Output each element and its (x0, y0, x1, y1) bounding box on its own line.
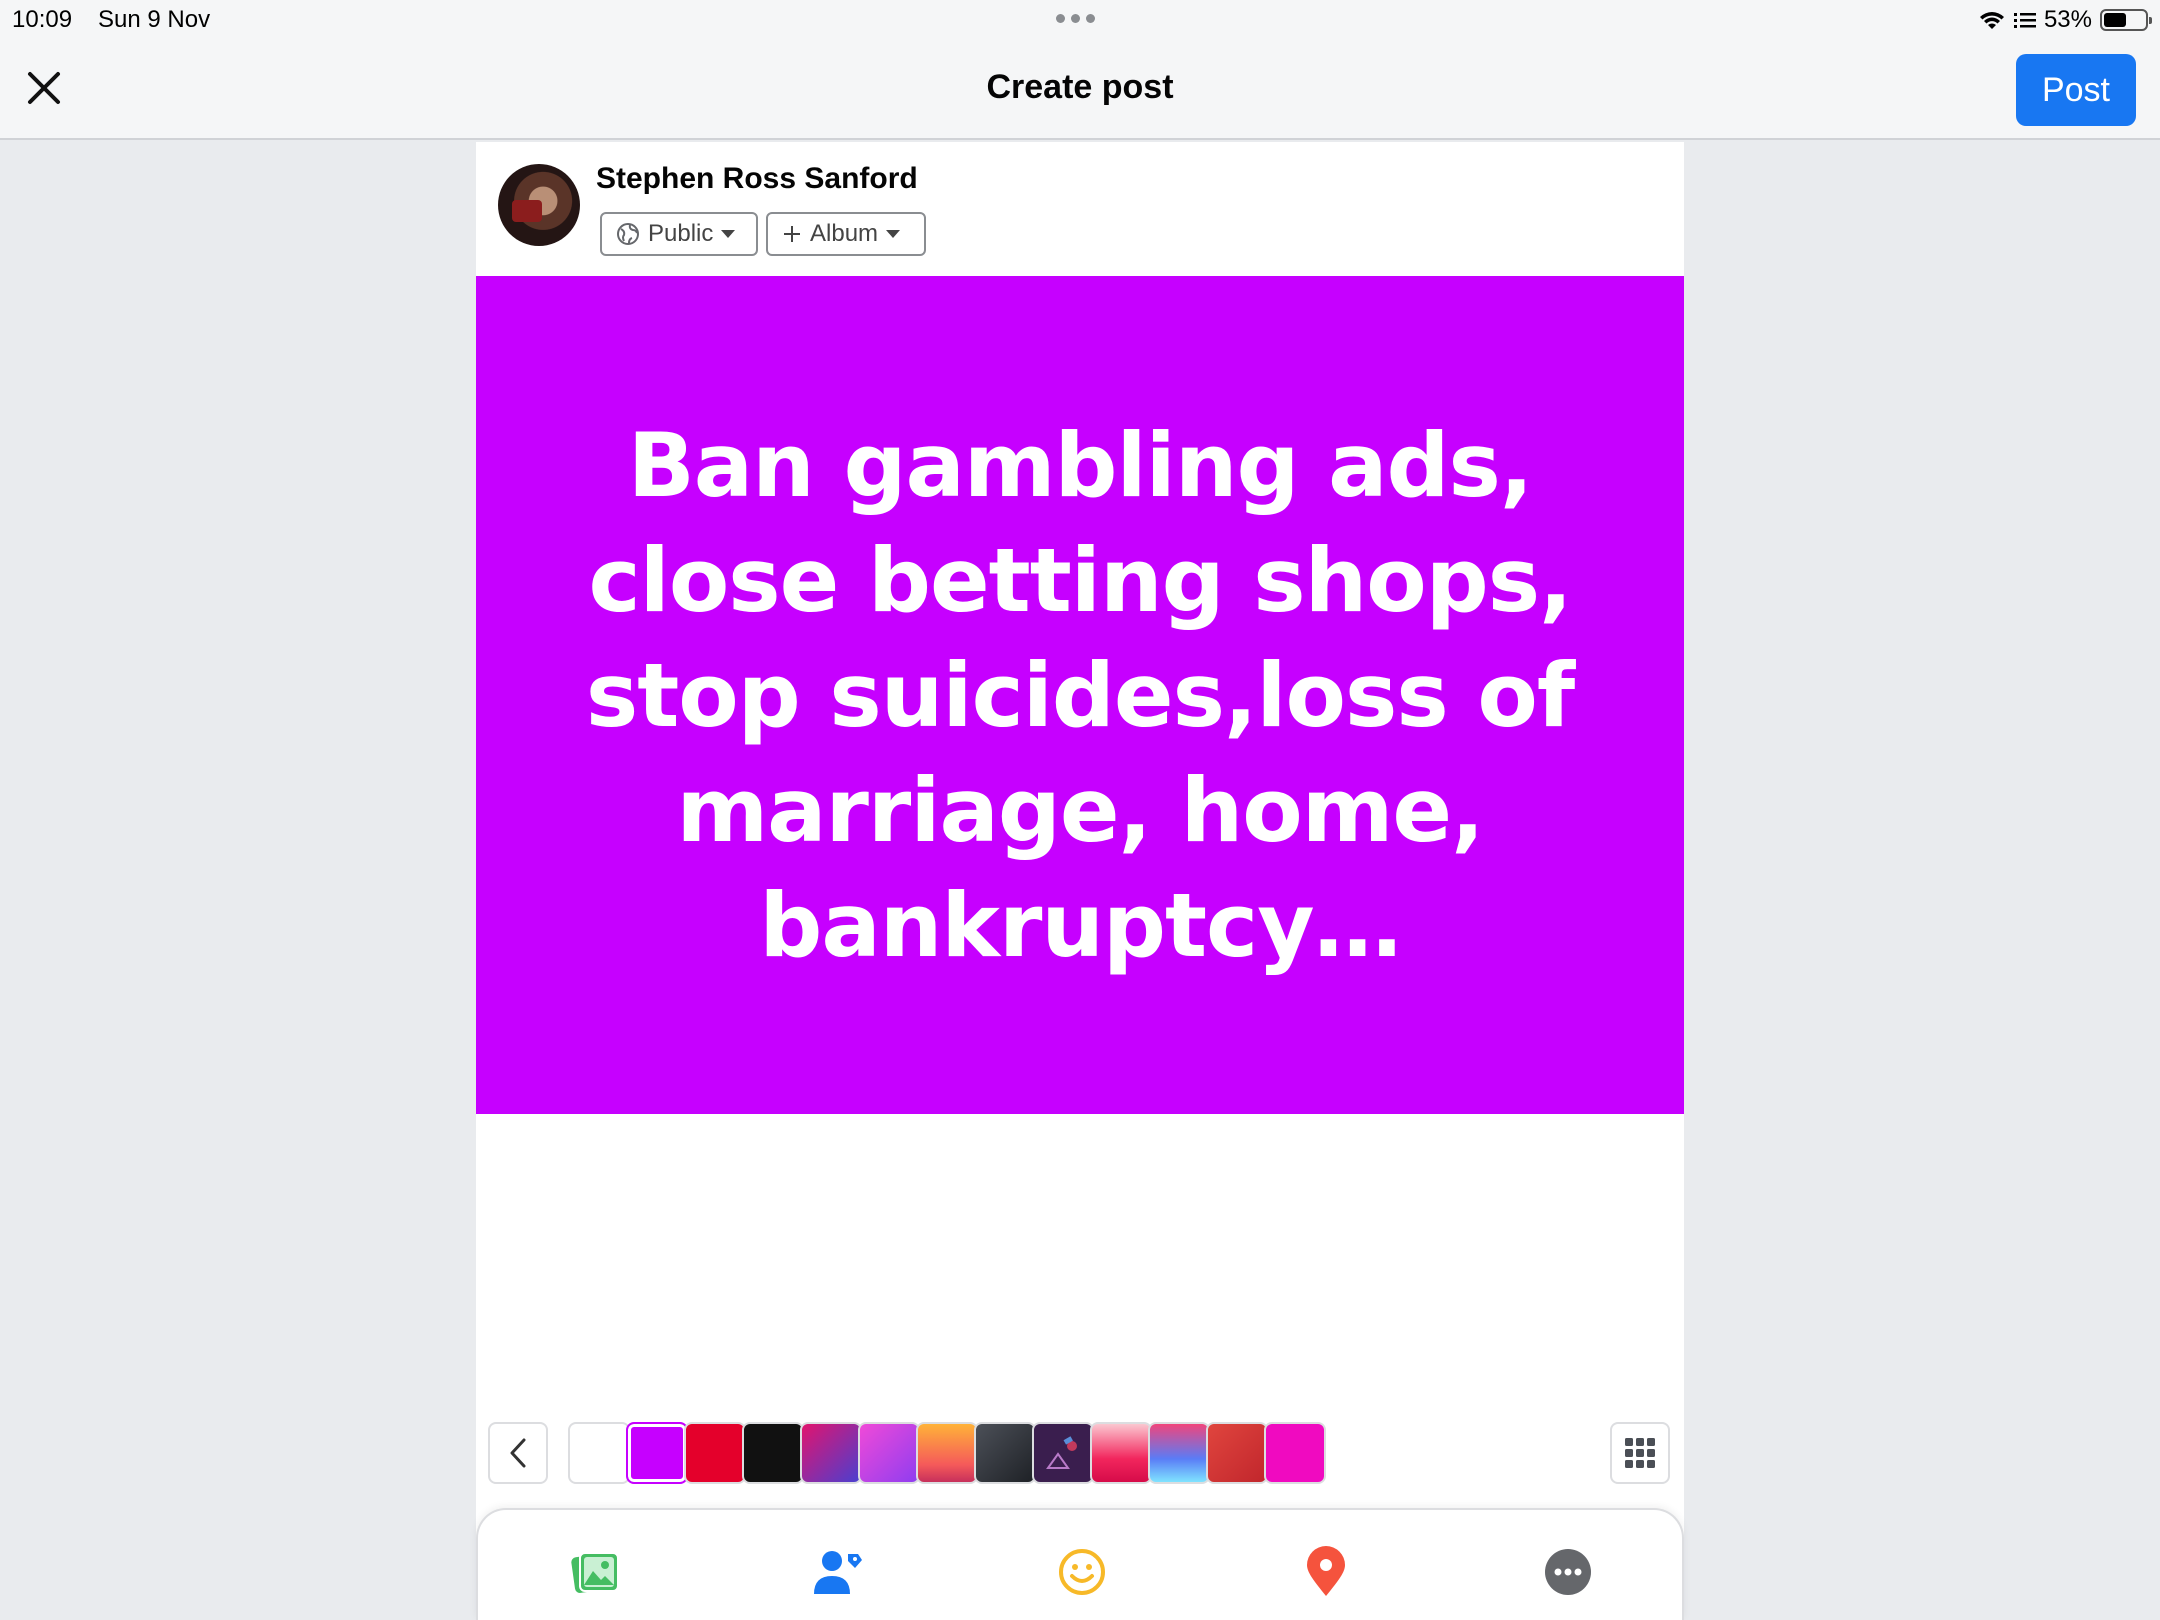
status-date: Sun 9 Nov (98, 6, 211, 33)
avatar (498, 164, 580, 246)
audience-selector[interactable]: Public (600, 212, 758, 256)
all-backgrounds-button[interactable] (1610, 1422, 1670, 1484)
chevron-down-icon (886, 230, 901, 238)
background-swatch-pink-blue-gradient[interactable] (1148, 1422, 1210, 1484)
battery-percent: 53% (2043, 6, 2092, 33)
post-composer: Stephen Ross Sanford Public Album Ban ga… (476, 142, 1684, 1620)
background-swatch-red[interactable] (684, 1422, 746, 1484)
post-background-canvas[interactable]: Ban gambling ads, close betting shops, s… (476, 276, 1684, 1114)
list-icon (2013, 13, 2036, 28)
plus-icon (784, 226, 800, 242)
post-text[interactable]: Ban gambling ads, close betting shops, s… (580, 408, 1580, 983)
battery-icon (2100, 9, 2152, 31)
page-title: Create post (986, 68, 1174, 106)
status-bar: 10:09 Sun 9 Nov 53% (0, 0, 2160, 40)
photo-icon (571, 1552, 619, 1593)
globe-icon (617, 223, 639, 245)
smiley-icon (1059, 1549, 1105, 1595)
tag-people-icon (814, 1551, 862, 1594)
collapse-picker-button[interactable] (488, 1422, 548, 1484)
location-pin-icon (1307, 1546, 1345, 1596)
background-swatch-orange-gradient[interactable] (916, 1422, 978, 1484)
background-picker (488, 1422, 1678, 1488)
background-swatch-purple[interactable] (626, 1422, 688, 1484)
more-options-button[interactable] (1542, 1546, 1594, 1598)
audience-label: Public (648, 220, 714, 247)
check-in-button[interactable] (1300, 1546, 1352, 1598)
tag-people-button[interactable] (812, 1546, 864, 1598)
album-selector[interactable]: Album (766, 212, 926, 256)
grid-icon (1625, 1438, 1655, 1468)
chevron-down-icon (721, 230, 736, 238)
create-post-header: Create post Post (0, 40, 2160, 140)
feeling-activity-button[interactable] (1056, 1546, 1108, 1598)
author-name: Stephen Ross Sanford (596, 162, 918, 195)
background-swatch-pink-gradient[interactable] (1090, 1422, 1152, 1484)
background-swatch-magenta-blue-gradient[interactable] (800, 1422, 862, 1484)
status-indicators: 53% (1978, 6, 2152, 34)
chevron-left-icon (510, 1438, 526, 1468)
status-time: 10:09 (12, 6, 73, 33)
author-row: Stephen Ross Sanford Public Album (476, 142, 1684, 276)
background-swatch-hot-pink[interactable] (1264, 1422, 1326, 1484)
photo-video-button[interactable] (570, 1546, 622, 1598)
background-swatch-slate-gradient[interactable] (974, 1422, 1036, 1484)
multitasking-dots-icon[interactable] (1056, 14, 1095, 23)
post-button[interactable]: Post (2016, 54, 2136, 126)
post-tools-bar (476, 1508, 1684, 1620)
background-swatch-space-illustration[interactable] (1032, 1422, 1094, 1484)
album-label: Album (810, 220, 879, 247)
background-swatch-crimson-gradient[interactable] (1206, 1422, 1268, 1484)
background-swatch-black[interactable] (742, 1422, 804, 1484)
wifi-icon (1979, 12, 2004, 29)
more-icon (1545, 1549, 1591, 1595)
background-swatch-white[interactable] (568, 1422, 630, 1484)
background-swatch-violet-gradient[interactable] (858, 1422, 920, 1484)
